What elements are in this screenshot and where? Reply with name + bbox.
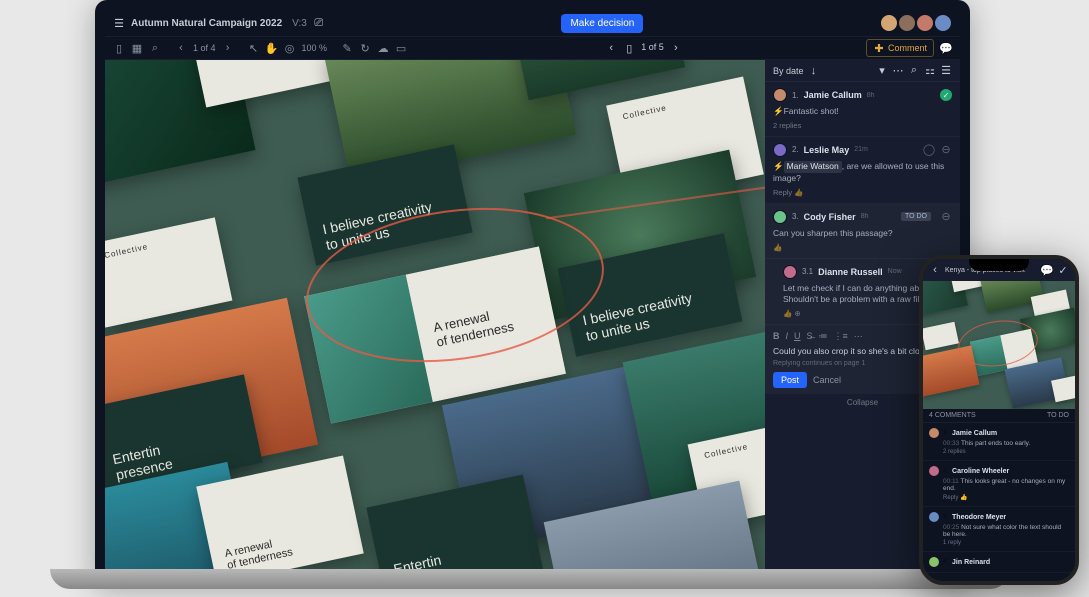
more-icon[interactable]: ⋯ — [892, 65, 904, 77]
phone-notch — [969, 259, 1029, 271]
back-icon[interactable]: ‹ — [929, 264, 941, 276]
menu-icon[interactable]: ☰ — [113, 17, 125, 29]
toolbar: ▯ ▦ ⌕ ‹ 1 of 4 › ↖ ✋ ◎ 100 % ✎ ↻ ☁ ▭ — [105, 36, 960, 60]
status-badge[interactable]: TO DO — [901, 212, 931, 221]
avatar — [773, 88, 787, 102]
titlebar: ☰ Autumn Natural Campaign 2022 V:3 ⎚ Mak… — [105, 10, 960, 36]
prev-page-icon[interactable]: ‹ — [175, 42, 187, 54]
chevron-down-icon[interactable]: ▾ — [876, 65, 888, 77]
underline-button[interactable]: U — [794, 331, 801, 342]
avatar[interactable] — [916, 14, 934, 32]
avatar[interactable] — [898, 14, 916, 32]
pointer-icon[interactable]: ↖ — [248, 42, 260, 54]
phone-frame: ‹ Kenya - top places to visit 💬 ✓ 4 COMM… — [919, 255, 1079, 585]
phone-check-icon[interactable]: ✓ — [1057, 264, 1069, 276]
phone-comment-icon[interactable]: 💬 — [1041, 264, 1053, 276]
search-icon[interactable]: ⌕ — [149, 42, 161, 54]
avatar — [773, 143, 787, 157]
comment-item[interactable]: 1. Jamie Callum 8h ✓ ⚡Fantastic shot! 2 … — [765, 82, 960, 137]
next-spread-icon[interactable]: › — [670, 42, 682, 54]
next-page-icon[interactable]: › — [222, 42, 234, 54]
comment-item[interactable]: 2. Leslie May 21m ◯ ⊖ ⚡Marie Watson, are… — [765, 137, 960, 204]
comment-button[interactable]: ✚ Comment — [866, 39, 934, 57]
mention-chip[interactable]: Marie Watson — [784, 161, 842, 173]
target-icon[interactable]: ◎ — [284, 42, 296, 54]
collaborator-avatars[interactable] — [880, 14, 952, 32]
cloud-icon[interactable]: ☁ — [377, 42, 389, 54]
comment-icon: ✚ — [873, 42, 885, 54]
bolt-icon: ⚡ — [773, 161, 784, 171]
phone-replies-link[interactable]: 1 reply — [943, 540, 1069, 546]
bolt-icon: ⚡ — [773, 106, 784, 116]
text-card[interactable]: Collective — [187, 60, 334, 107]
phone-canvas[interactable] — [923, 281, 1075, 409]
avatar — [783, 265, 797, 279]
refresh-icon[interactable]: ↻ — [359, 42, 371, 54]
phone-replies-link[interactable]: 2 replies — [943, 449, 1069, 455]
phone-comment-item[interactable]: 4.Jin Reinard — [923, 552, 1075, 573]
comment-options-icon[interactable]: ◯ — [923, 144, 935, 156]
close-panel-icon[interactable]: ☰ — [940, 65, 952, 77]
numlist-button[interactable]: ⋮≡ — [834, 331, 848, 342]
search-comments-icon[interactable]: ⌕ — [908, 65, 920, 77]
list-button[interactable]: ≔ — [819, 331, 828, 342]
canvas-viewport[interactable]: Collective Collective Collective I belie… — [105, 60, 765, 585]
app-window: ☰ Autumn Natural Campaign 2022 V:3 ⎚ Mak… — [105, 10, 960, 585]
sort-arrow-icon[interactable]: ↓ — [808, 65, 820, 77]
zoom-level[interactable]: 100 % — [302, 43, 328, 53]
text-card[interactable]: Collective — [105, 217, 232, 327]
like-icon[interactable]: 👍 — [773, 243, 782, 252]
comment-item-active[interactable]: 3. Cody Fisher 8h TO DO ⊖ Can you sharpe… — [765, 204, 960, 259]
chat-icon[interactable]: 💬 — [940, 42, 952, 54]
rect-icon[interactable]: ▭ — [395, 42, 407, 54]
like-icon[interactable]: 👍 — [794, 188, 803, 197]
page-indicator: 1 of 4 — [193, 43, 216, 53]
grid-icon[interactable]: ▦ — [131, 42, 143, 54]
strike-button[interactable]: S̶ — [807, 331, 813, 342]
italic-button[interactable]: I — [786, 331, 789, 342]
hand-icon[interactable]: ✋ — [266, 42, 278, 54]
phone-comments-header: 4 COMMENTS TO DO — [923, 409, 1075, 423]
present-icon[interactable]: ⎚ — [313, 17, 325, 29]
prev-spread-icon[interactable]: ‹ — [605, 42, 617, 54]
phone-comment-item[interactable]: 3.Theodore Meyer 00:25 Not sure what col… — [923, 507, 1075, 552]
resolved-icon[interactable]: ✓ — [940, 89, 952, 101]
spread-icon: ▯ — [623, 42, 635, 54]
avatar[interactable] — [934, 14, 952, 32]
laptop-frame: ☰ Autumn Natural Campaign 2022 V:3 ⎚ Mak… — [95, 0, 970, 585]
phone-comment-item[interactable]: 1.Jamie Callum 00:33 This part ends too … — [923, 423, 1075, 461]
document-title: Autumn Natural Campaign 2022 — [131, 18, 282, 29]
comment-menu-icon[interactable]: ⊖ — [940, 211, 952, 223]
avatar[interactable] — [880, 14, 898, 32]
post-button[interactable]: Post — [773, 372, 807, 388]
phone-screen: ‹ Kenya - top places to visit 💬 ✓ 4 COMM… — [923, 259, 1075, 581]
laptop-base — [50, 569, 1010, 589]
spread-indicator: 1 of 5 — [641, 42, 664, 54]
phone-filter-badge[interactable]: TO DO — [1047, 412, 1069, 419]
avatar — [773, 210, 787, 224]
make-decision-button[interactable]: Make decision — [561, 14, 643, 33]
bold-button[interactable]: B — [773, 331, 780, 342]
phone-reply-link[interactable]: Reply — [943, 495, 958, 501]
version-tag[interactable]: V:3 — [292, 18, 307, 29]
sort-dropdown[interactable]: By date — [773, 66, 804, 76]
panel-icon[interactable]: ▯ — [113, 42, 125, 54]
phone-comment-item[interactable]: 2.Caroline Wheeler 00:11 This looks grea… — [923, 461, 1075, 507]
like-icon[interactable]: 👍 — [783, 309, 792, 318]
more-format-button[interactable]: ⋯ — [854, 331, 863, 342]
tool-icon[interactable]: ✎ — [341, 42, 353, 54]
replies-link[interactable]: 2 replies — [773, 121, 952, 130]
reply-link[interactable]: Reply — [773, 188, 792, 197]
filter-icon[interactable]: ⚏ — [924, 65, 936, 77]
more-reactions-icon[interactable]: ⊕ — [794, 309, 800, 318]
cancel-button[interactable]: Cancel — [813, 375, 841, 385]
comment-menu-icon[interactable]: ⊖ — [940, 144, 952, 156]
